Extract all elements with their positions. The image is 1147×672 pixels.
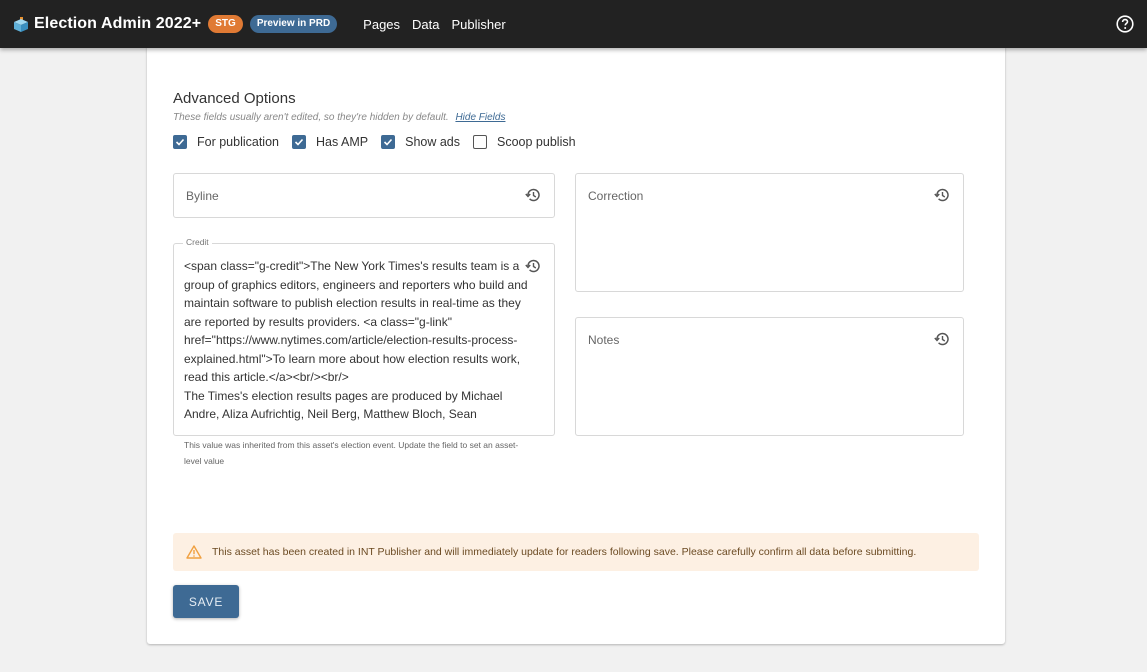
notes-placeholder: Notes xyxy=(588,333,620,347)
ballot-box-icon xyxy=(14,17,28,32)
checkbox-show-ads[interactable]: Show ads xyxy=(381,135,460,149)
section-subtitle: These fields usually aren't edited, so t… xyxy=(173,112,505,123)
checkbox-scoop-publish[interactable]: Scoop publish xyxy=(473,135,576,149)
byline-placeholder: Byline xyxy=(186,189,219,203)
checkbox-label: Scoop publish xyxy=(497,135,576,149)
checkbox-checked-icon[interactable] xyxy=(381,135,396,149)
notes-field[interactable]: Notes xyxy=(575,317,964,436)
checkbox-label: For publication xyxy=(197,135,279,149)
history-icon[interactable] xyxy=(525,258,541,274)
history-icon[interactable] xyxy=(934,331,950,347)
warning-icon xyxy=(186,545,202,559)
checkbox-unchecked-icon[interactable] xyxy=(473,135,488,149)
checkbox-checked-icon[interactable] xyxy=(173,135,187,149)
warning-alert: This asset has been created in INT Publi… xyxy=(173,533,979,571)
correction-field[interactable]: Correction xyxy=(575,173,964,292)
top-bar: Election Admin 2022+ STG Preview in PRD … xyxy=(0,0,1147,48)
section-subtitle-text: These fields usually aren't edited, so t… xyxy=(173,112,449,123)
options-checkboxes: For publication Has AMP Show ads Scoop p… xyxy=(173,135,589,149)
checkbox-has-amp[interactable]: Has AMP xyxy=(292,135,368,149)
nav-data[interactable]: Data xyxy=(412,17,439,32)
nav-publisher[interactable]: Publisher xyxy=(452,17,506,32)
byline-field[interactable]: Byline xyxy=(173,173,555,218)
main-nav: Pages Data Publisher xyxy=(363,17,518,32)
hide-fields-link[interactable]: Hide Fields xyxy=(455,112,505,123)
correction-placeholder: Correction xyxy=(588,189,644,203)
preview-prd-badge[interactable]: Preview in PRD xyxy=(249,15,338,33)
credit-field[interactable]: Credit <span class="g-credit">The New Yo… xyxy=(173,237,555,436)
checkbox-for-publication[interactable]: For publication xyxy=(173,135,279,149)
section-title: Advanced Options xyxy=(173,90,296,107)
help-circle-icon[interactable] xyxy=(1116,15,1134,33)
checkbox-label: Show ads xyxy=(405,135,461,149)
history-icon[interactable] xyxy=(525,187,541,203)
save-button[interactable]: SAVE xyxy=(173,585,239,618)
env-badge-stg: STG xyxy=(208,15,243,33)
credit-textarea[interactable]: <span class="g-credit">The New York Time… xyxy=(184,257,529,424)
nav-pages[interactable]: Pages xyxy=(363,17,400,32)
checkbox-label: Has AMP xyxy=(316,135,369,149)
checkbox-checked-icon[interactable] xyxy=(292,135,306,149)
alert-message: This asset has been created in INT Publi… xyxy=(212,546,917,558)
advanced-options-card: Advanced Options These fields usually ar… xyxy=(147,40,1005,644)
history-icon[interactable] xyxy=(934,187,950,203)
app-title[interactable]: Election Admin 2022+ xyxy=(34,15,201,33)
credit-label: Credit xyxy=(183,237,212,247)
credit-helper-text: This value was inherited from this asset… xyxy=(184,440,519,466)
